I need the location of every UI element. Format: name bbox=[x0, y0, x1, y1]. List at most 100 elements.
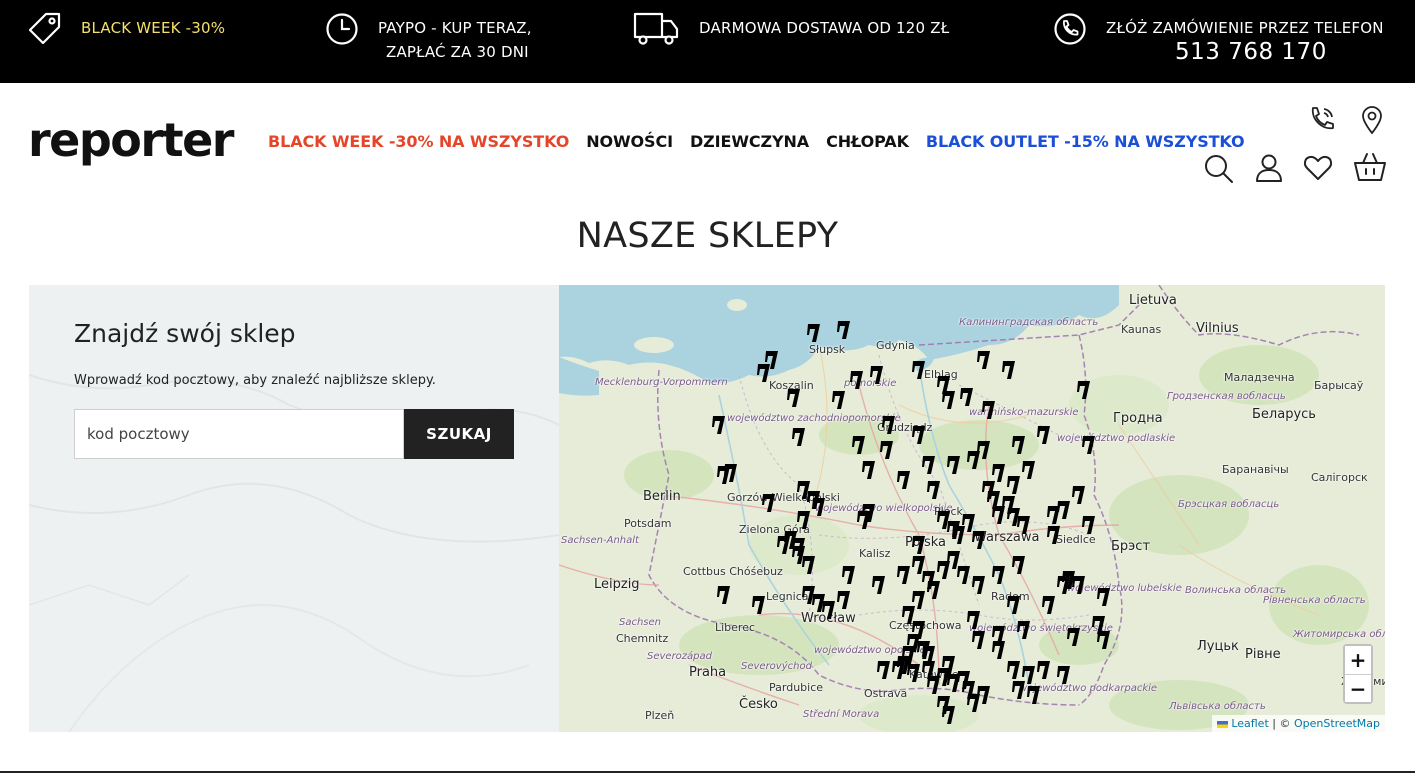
store-marker-icon[interactable] bbox=[1007, 595, 1021, 615]
store-marker-icon[interactable] bbox=[1022, 460, 1036, 480]
store-marker-icon[interactable] bbox=[717, 585, 731, 605]
store-marker-icon[interactable] bbox=[952, 525, 966, 545]
store-marker-icon[interactable] bbox=[852, 435, 866, 455]
store-marker-icon[interactable] bbox=[1072, 575, 1086, 595]
nav-black-outlet[interactable]: BLACK OUTLET -15% NA WSZYSTKO bbox=[926, 132, 1245, 151]
store-marker-icon[interactable] bbox=[1082, 435, 1096, 455]
store-marker-icon[interactable] bbox=[870, 365, 884, 385]
store-marker-icon[interactable] bbox=[712, 415, 726, 435]
store-marker-icon[interactable] bbox=[942, 705, 956, 725]
store-marker-icon[interactable] bbox=[1017, 620, 1031, 640]
store-marker-icon[interactable] bbox=[850, 370, 864, 390]
zoom-out-button[interactable]: − bbox=[1345, 674, 1371, 702]
store-marker-icon[interactable] bbox=[992, 505, 1006, 525]
store-marker-icon[interactable] bbox=[837, 590, 851, 610]
store-marker-icon[interactable] bbox=[972, 630, 986, 650]
store-marker-icon[interactable] bbox=[977, 350, 991, 370]
search-icon[interactable] bbox=[1203, 153, 1235, 185]
store-map[interactable]: Lietuva Kaunas Vilnius Калининградская о… bbox=[559, 285, 1385, 732]
nav-dziewczyna[interactable]: DZIEWCZYNA bbox=[690, 132, 809, 151]
store-marker-icon[interactable] bbox=[992, 565, 1006, 585]
store-marker-icon[interactable] bbox=[1047, 525, 1061, 545]
store-marker-icon[interactable] bbox=[1037, 660, 1051, 680]
site-logo[interactable]: reporter bbox=[28, 112, 234, 168]
store-marker-icon[interactable] bbox=[717, 465, 731, 485]
store-marker-icon[interactable] bbox=[842, 565, 856, 585]
store-marker-icon[interactable] bbox=[837, 320, 851, 340]
store-marker-icon[interactable] bbox=[992, 640, 1006, 660]
store-marker-icon[interactable] bbox=[922, 455, 936, 475]
store-marker-icon[interactable] bbox=[792, 537, 806, 557]
store-marker-icon[interactable] bbox=[797, 510, 811, 530]
store-marker-icon[interactable] bbox=[927, 480, 941, 500]
store-marker-icon[interactable] bbox=[1072, 485, 1086, 505]
zoom-in-button[interactable]: + bbox=[1345, 646, 1371, 674]
osm-link[interactable]: OpenStreetMap bbox=[1294, 717, 1380, 730]
store-marker-icon[interactable] bbox=[862, 503, 876, 523]
leaflet-link[interactable]: Leaflet bbox=[1231, 717, 1268, 730]
store-marker-icon[interactable] bbox=[912, 360, 926, 380]
store-marker-icon[interactable] bbox=[802, 555, 816, 575]
store-marker-icon[interactable] bbox=[762, 493, 776, 513]
store-marker-icon[interactable] bbox=[1007, 660, 1021, 680]
store-marker-icon[interactable] bbox=[1012, 555, 1026, 575]
store-marker-icon[interactable] bbox=[982, 400, 996, 420]
user-icon[interactable] bbox=[1254, 153, 1284, 183]
store-marker-icon[interactable] bbox=[757, 363, 771, 383]
store-marker-icon[interactable] bbox=[957, 565, 971, 585]
store-marker-icon[interactable] bbox=[1047, 505, 1061, 525]
store-marker-icon[interactable] bbox=[1017, 515, 1031, 535]
store-marker-icon[interactable] bbox=[937, 510, 951, 530]
store-marker-icon[interactable] bbox=[1082, 515, 1096, 535]
store-marker-icon[interactable] bbox=[787, 388, 801, 408]
store-marker-icon[interactable] bbox=[872, 575, 886, 595]
store-marker-icon[interactable] bbox=[897, 565, 911, 585]
store-marker-icon[interactable] bbox=[927, 675, 941, 695]
store-marker-icon[interactable] bbox=[1097, 630, 1111, 650]
store-marker-icon[interactable] bbox=[967, 693, 981, 713]
store-marker-icon[interactable] bbox=[1012, 680, 1026, 700]
heart-icon[interactable] bbox=[1303, 154, 1333, 182]
store-marker-icon[interactable] bbox=[1042, 595, 1056, 615]
store-marker-icon[interactable] bbox=[807, 323, 821, 343]
store-marker-icon[interactable] bbox=[927, 580, 941, 600]
store-marker-icon[interactable] bbox=[792, 427, 806, 447]
store-marker-icon[interactable] bbox=[777, 535, 791, 555]
postal-code-input[interactable] bbox=[74, 409, 404, 459]
store-marker-icon[interactable] bbox=[912, 535, 926, 555]
nav-black-week[interactable]: BLACK WEEK -30% NA WSZYSTKO bbox=[268, 132, 569, 151]
store-marker-icon[interactable] bbox=[822, 600, 836, 620]
store-marker-icon[interactable] bbox=[1007, 475, 1021, 495]
store-marker-icon[interactable] bbox=[1002, 360, 1016, 380]
phone-call-icon[interactable] bbox=[1307, 105, 1337, 135]
store-marker-icon[interactable] bbox=[1037, 425, 1051, 445]
store-marker-icon[interactable] bbox=[752, 595, 766, 615]
store-marker-icon[interactable] bbox=[832, 390, 846, 410]
search-button[interactable]: SZUKAJ bbox=[404, 409, 514, 459]
basket-icon[interactable] bbox=[1353, 152, 1387, 182]
phone-number[interactable]: 513 768 170 bbox=[1175, 40, 1327, 64]
store-marker-icon[interactable] bbox=[807, 490, 821, 510]
store-marker-icon[interactable] bbox=[1057, 665, 1071, 685]
store-marker-icon[interactable] bbox=[882, 415, 896, 435]
store-marker-icon[interactable] bbox=[907, 663, 921, 683]
store-marker-icon[interactable] bbox=[1027, 685, 1041, 705]
store-marker-icon[interactable] bbox=[972, 575, 986, 595]
nav-chlopak[interactable]: CHŁOPAK bbox=[826, 132, 909, 151]
store-marker-icon[interactable] bbox=[1012, 435, 1026, 455]
store-marker-icon[interactable] bbox=[960, 387, 974, 407]
store-marker-icon[interactable] bbox=[1077, 380, 1091, 400]
store-marker-icon[interactable] bbox=[897, 470, 911, 490]
store-marker-icon[interactable] bbox=[972, 530, 986, 550]
store-marker-icon[interactable] bbox=[862, 460, 876, 480]
store-marker-icon[interactable] bbox=[1067, 627, 1081, 647]
store-marker-icon[interactable] bbox=[967, 610, 981, 630]
store-marker-icon[interactable] bbox=[942, 390, 956, 410]
store-marker-icon[interactable] bbox=[877, 660, 891, 680]
store-marker-icon[interactable] bbox=[880, 440, 894, 460]
store-marker-icon[interactable] bbox=[977, 440, 991, 460]
store-marker-icon[interactable] bbox=[1097, 587, 1111, 607]
store-marker-icon[interactable] bbox=[892, 660, 906, 680]
store-marker-icon[interactable] bbox=[912, 425, 926, 445]
store-marker-icon[interactable] bbox=[947, 455, 961, 475]
